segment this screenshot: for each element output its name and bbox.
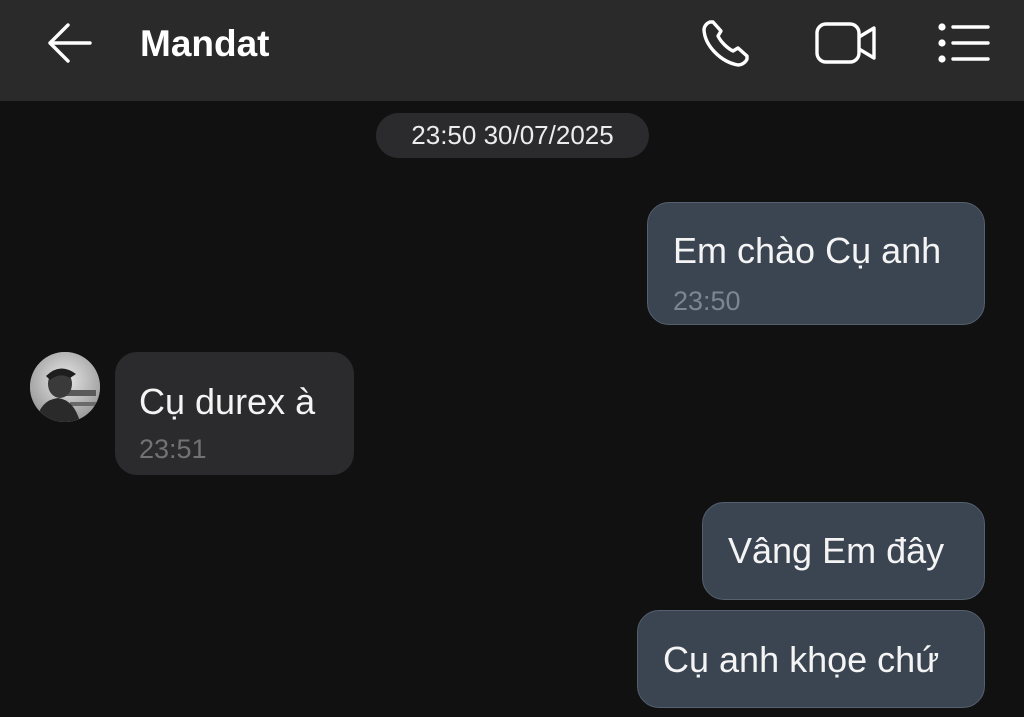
message-text: Vâng Em đây [728,530,945,571]
message-bubble-outgoing[interactable]: Em chào Cụ anh 23:50 [647,202,985,325]
chat-header: Mandat [0,0,1024,101]
menu-button[interactable] [932,14,996,72]
message-bubble-outgoing[interactable]: Vâng Em đây [702,502,985,600]
video-call-button[interactable] [810,14,882,72]
arrow-left-icon [48,23,92,63]
contact-name[interactable]: Mandat [140,20,270,68]
message-bubble-incoming[interactable]: Cụ durex à 23:51 [115,352,354,475]
phone-icon [702,20,749,67]
back-button[interactable] [40,18,98,68]
message-time: 23:50 [673,286,741,316]
avatar-photo [30,352,100,422]
message-text: Cụ durex à [139,381,316,422]
date-separator: 23:50 30/07/2025 [376,113,649,158]
message-bubble-outgoing[interactable]: Cụ anh khọe chứ [637,610,985,708]
list-menu-icon [938,23,990,63]
chat-screen: Mandat 23:50 30/07/2025 Em chào Cụ anh 2… [0,0,1024,717]
contact-avatar[interactable] [30,352,100,422]
video-camera-icon [815,22,876,64]
voice-call-button[interactable] [695,14,757,72]
message-time: 23:51 [139,434,207,464]
message-text: Em chào Cụ anh [673,230,942,271]
message-text: Cụ anh khọe chứ [663,639,940,680]
